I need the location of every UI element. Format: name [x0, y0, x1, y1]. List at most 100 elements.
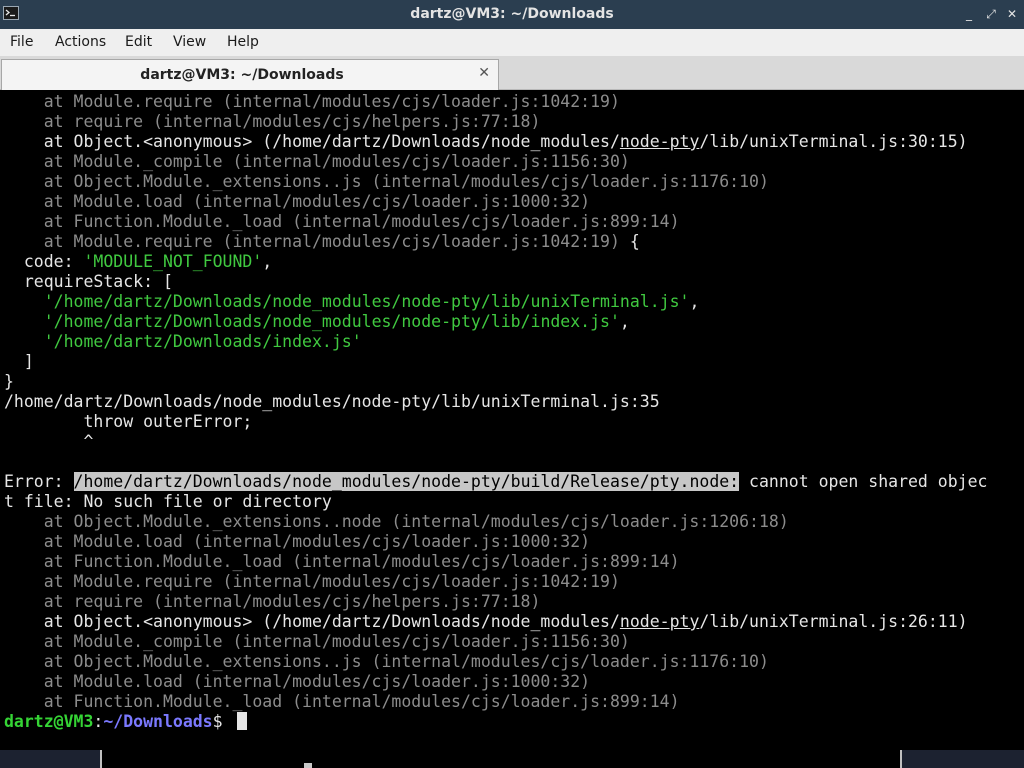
terminal-text-segment: at Object.<anonymous> (/home/dartz/Downl… [4, 612, 620, 631]
terminal-line: at Object.Module._extensions..js (intern… [4, 172, 769, 192]
terminal-line: t file: No such file or directory [4, 492, 332, 512]
terminal-text-segment: /home/dartz/Downloads/node_modules/node-… [73, 472, 740, 491]
prompt-separator: : [93, 712, 104, 731]
terminal-line: } [4, 372, 14, 392]
terminal-text-segment: node-pty [619, 132, 700, 151]
terminal-text-segment: ^ [4, 432, 94, 451]
terminal-output[interactable]: at Module.require (internal/modules/cjs/… [2, 90, 1022, 750]
terminal-text-segment: at Module.require (internal/modules/cjs/… [4, 92, 620, 111]
terminal-line: Error: /home/dartz/Downloads/node_module… [4, 472, 987, 492]
taskbar-left-panel[interactable] [0, 750, 102, 768]
maximize-icon[interactable]: ⤢ [983, 6, 999, 22]
terminal-text-segment: code: [4, 252, 84, 271]
terminal-text-segment: at Object.Module._extensions..js (intern… [4, 652, 769, 671]
terminal-line: at require (internal/modules/cjs/helpers… [4, 112, 541, 132]
menu-edit[interactable]: Edit [125, 34, 152, 50]
menu-actions[interactable]: Actions [55, 34, 106, 50]
terminal-text-segment: /lib/unixTerminal.js:26:11) [699, 612, 968, 631]
menu-view[interactable]: View [173, 34, 206, 50]
terminal-line: /home/dartz/Downloads/node_modules/node-… [4, 392, 660, 412]
terminal-text-segment: at Module.require (internal/modules/cjs/… [4, 572, 620, 591]
menu-bar: File Actions Edit View Help [0, 29, 1024, 56]
terminal-text-segment: } [4, 372, 14, 391]
terminal-text-segment: at Module.load (internal/modules/cjs/loa… [4, 532, 591, 551]
minimize-icon[interactable]: _ [961, 6, 977, 22]
terminal-line: at Module.require (internal/modules/cjs/… [4, 232, 640, 252]
terminal-text-segment: at require (internal/modules/cjs/helpers… [4, 592, 541, 611]
terminal-text-segment: cannot open shared objec [739, 472, 988, 491]
terminal-line: at Object.<anonymous> (/home/dartz/Downl… [4, 132, 968, 152]
tab-bar: dartz@VM3: ~/Downloads ✕ [0, 56, 1024, 90]
terminal-text-segment: { [619, 232, 640, 251]
tab-close-icon[interactable]: ✕ [478, 65, 490, 81]
terminal-text-segment: at Module._compile (internal/modules/cjs… [4, 632, 630, 651]
terminal-line: at Module.load (internal/modules/cjs/loa… [4, 672, 590, 692]
terminal-line: ^ [4, 432, 93, 452]
terminal-line: '/home/dartz/Downloads/node_modules/node… [4, 292, 700, 312]
terminal-line: at Module._compile (internal/modules/cjs… [4, 152, 630, 172]
terminal-text-segment: at Function.Module._load (internal/modul… [4, 552, 680, 571]
terminal-line: at Module.require (internal/modules/cjs/… [4, 92, 620, 112]
terminal-line: at Module.load (internal/modules/cjs/loa… [4, 532, 590, 552]
terminal-text-segment: , [262, 252, 273, 271]
terminal-text-segment: at Module.load (internal/modules/cjs/loa… [4, 672, 591, 691]
terminal-line: '/home/dartz/Downloads/index.js' [4, 332, 362, 352]
terminal-text-segment: at Object.<anonymous> (/home/dartz/Downl… [4, 132, 620, 151]
terminal-text-segment: at Module._compile (internal/modules/cjs… [4, 152, 630, 171]
terminal-text-segment: at Function.Module._load (internal/modul… [4, 212, 680, 231]
terminal-text-segment: , [619, 312, 630, 331]
terminal-text-segment: node-pty [619, 612, 700, 631]
title-bar[interactable]: dartz@VM3: ~/Downloads _ ⤢ ✕ [0, 0, 1024, 29]
terminal-text-segment: Error: [4, 472, 74, 491]
tab-label: dartz@VM3: ~/Downloads [140, 67, 344, 83]
terminal-line: at Object.Module._extensions..js (intern… [4, 652, 769, 672]
terminal-text-segment: at require (internal/modules/cjs/helpers… [4, 112, 541, 131]
prompt-user-host: dartz@VM3 [4, 712, 94, 731]
taskbar-indicator [304, 763, 312, 768]
window-title: dartz@VM3: ~/Downloads [410, 6, 614, 22]
terminal-text-segment: at Module.load (internal/modules/cjs/loa… [4, 192, 591, 211]
terminal-window: dartz@VM3: ~/Downloads _ ⤢ ✕ File Action… [0, 0, 1024, 768]
terminal-line: at Module.load (internal/modules/cjs/loa… [4, 192, 590, 212]
close-icon[interactable]: ✕ [1004, 6, 1020, 22]
terminal-line: at require (internal/modules/cjs/helpers… [4, 592, 541, 612]
terminal-text-segment: '/home/dartz/Downloads/node_modules/node… [43, 312, 620, 331]
terminal-line: at Function.Module._load (internal/modul… [4, 212, 680, 232]
terminal-text-segment: /lib/unixTerminal.js:30:15) [699, 132, 968, 151]
terminal-text-segment: at Object.Module._extensions..js (intern… [4, 172, 769, 191]
prompt-path: ~/Downloads [103, 712, 213, 731]
shell-prompt[interactable]: dartz@VM3:~/Downloads$ [4, 712, 247, 732]
prompt-symbol: $ [212, 712, 233, 731]
terminal-text-segment: '/home/dartz/Downloads/node_modules/node… [43, 292, 690, 311]
terminal-line: throw outerError; [4, 412, 252, 432]
terminal-text-segment: ] [4, 352, 34, 371]
terminal-line: at Function.Module._load (internal/modul… [4, 552, 680, 572]
terminal-line: code: 'MODULE_NOT_FOUND', [4, 252, 272, 272]
terminal-text-segment: 'MODULE_NOT_FOUND' [83, 252, 263, 271]
terminal-text-segment: at Object.Module._extensions..node (inte… [4, 512, 789, 531]
terminal-line: at Object.Module._extensions..node (inte… [4, 512, 789, 532]
terminal-line: '/home/dartz/Downloads/node_modules/node… [4, 312, 630, 332]
terminal-text-segment: , [689, 292, 700, 311]
tab-downloads[interactable]: dartz@VM3: ~/Downloads ✕ [1, 59, 499, 90]
taskbar-right-panel[interactable] [900, 750, 1024, 768]
terminal-text-segment: at Module.require (internal/modules/cjs/… [4, 232, 620, 251]
terminal-text-segment: requireStack: [ [4, 272, 173, 291]
terminal-text-segment: t file: No such file or directory [4, 492, 332, 511]
terminal-line: at Module.require (internal/modules/cjs/… [4, 572, 620, 592]
menu-help[interactable]: Help [227, 34, 259, 50]
terminal-line: at Object.<anonymous> (/home/dartz/Downl… [4, 612, 968, 632]
terminal-line: at Function.Module._load (internal/modul… [4, 692, 680, 712]
terminal-line: requireStack: [ [4, 272, 173, 292]
terminal-text-segment: at Function.Module._load (internal/modul… [4, 692, 680, 711]
terminal-line: ] [4, 352, 34, 372]
taskbar [0, 750, 1024, 768]
terminal-line: at Module._compile (internal/modules/cjs… [4, 632, 630, 652]
terminal-text-segment: '/home/dartz/Downloads/index.js' [43, 332, 362, 351]
menu-file[interactable]: File [10, 34, 33, 50]
terminal-text-segment: throw outerError; [4, 412, 253, 431]
text-cursor [236, 712, 247, 730]
